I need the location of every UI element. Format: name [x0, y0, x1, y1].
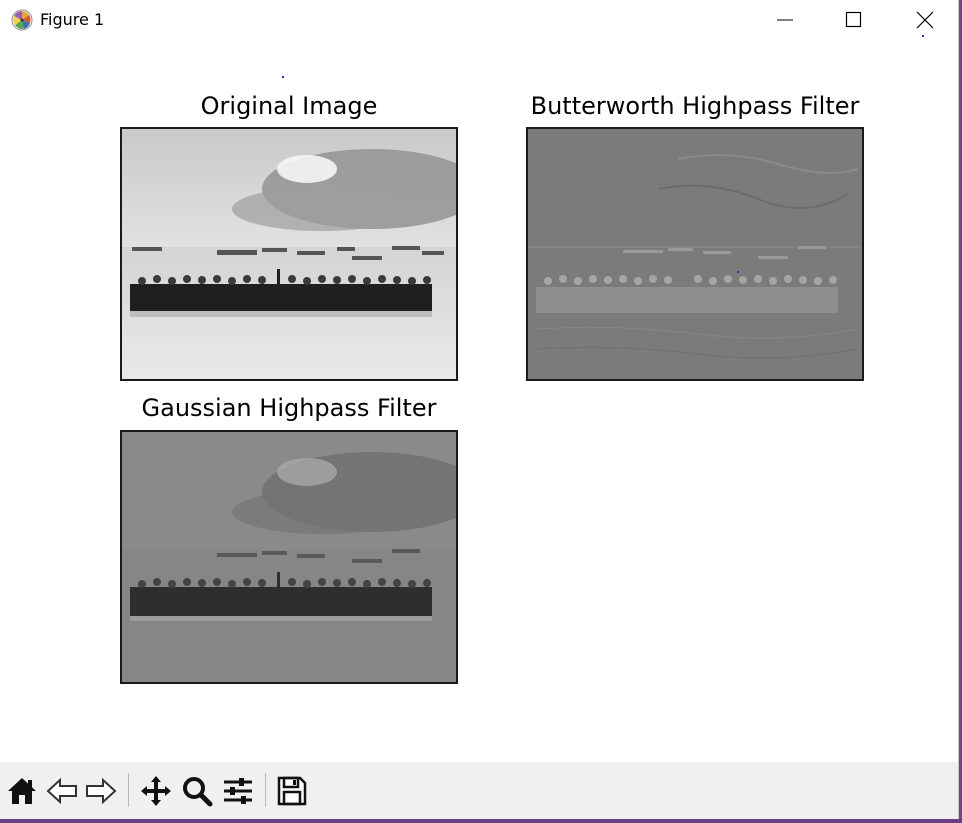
butterworth-filtered-photo: [528, 129, 862, 379]
image-axes-gaussian[interactable]: [120, 430, 458, 684]
gaussian-filtered-photo: [122, 432, 456, 682]
close-button[interactable]: [902, 0, 948, 40]
desktop-taskbar-edge: [0, 819, 962, 823]
navigation-toolbar: [0, 762, 958, 819]
subplot-original: Original Image: [120, 92, 458, 381]
original-photo: [122, 129, 456, 379]
window-title: Figure 1: [40, 10, 105, 29]
configure-subplots-button[interactable]: [219, 772, 257, 810]
minimize-button[interactable]: [762, 0, 808, 40]
forward-button[interactable]: [82, 772, 120, 810]
home-button[interactable]: [3, 772, 41, 810]
pan-button[interactable]: [137, 772, 175, 810]
subplot-title: Gaussian Highpass Filter: [141, 394, 437, 422]
subplot-title: Butterworth Highpass Filter: [530, 92, 860, 120]
stray-pixel: [922, 35, 924, 37]
subplot-title: Original Image: [200, 92, 378, 120]
toolbar-separator: [265, 773, 266, 807]
back-button[interactable]: [43, 772, 81, 810]
subplot-gaussian: Gaussian Highpass Filter: [120, 394, 458, 684]
maximize-button[interactable]: [831, 0, 877, 40]
figure-window: Figure 1 Original Image Butterworth High…: [0, 0, 959, 819]
zoom-button[interactable]: [178, 772, 216, 810]
toolbar-separator: [128, 773, 129, 807]
matplotlib-icon: [11, 9, 33, 31]
image-axes-original[interactable]: [120, 127, 458, 381]
image-axes-butterworth[interactable]: [526, 127, 864, 381]
stray-pixel: [282, 76, 284, 78]
title-bar[interactable]: Figure 1: [0, 0, 958, 40]
figure-canvas[interactable]: Original Image Butterworth Highpass Filt…: [0, 40, 958, 762]
save-button[interactable]: [273, 772, 311, 810]
subplot-butterworth: Butterworth Highpass Filter: [526, 92, 864, 381]
